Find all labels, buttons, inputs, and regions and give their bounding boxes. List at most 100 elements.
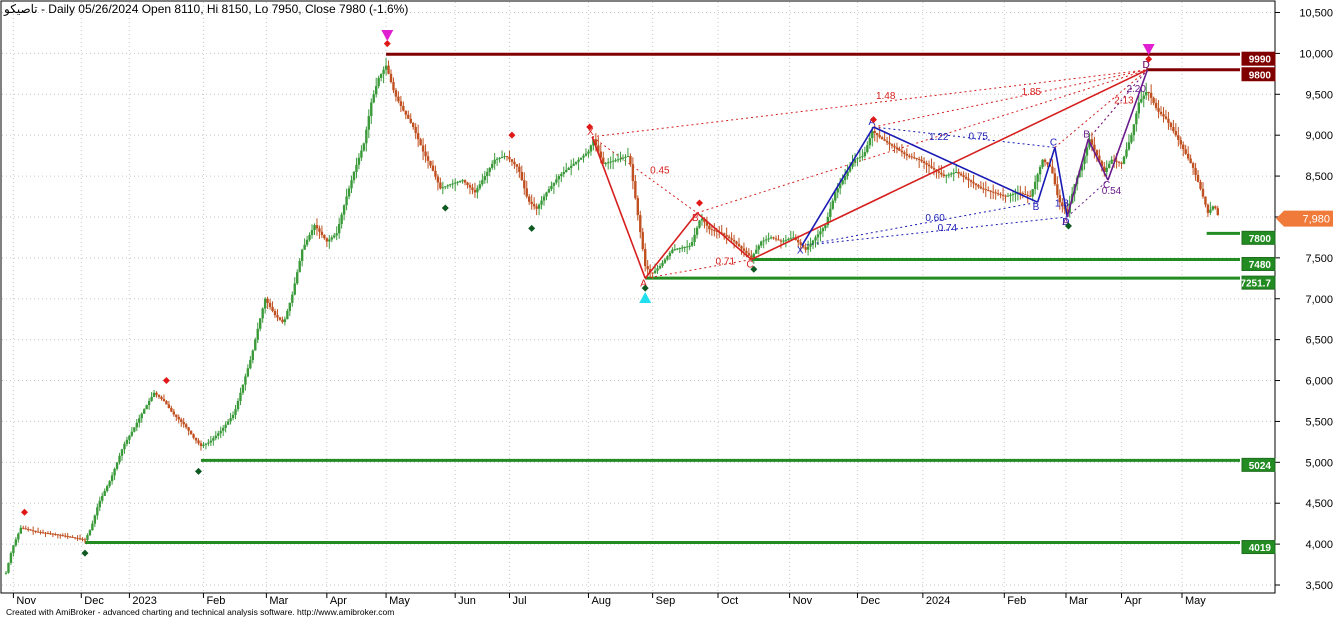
chart-area[interactable]: X A B C D 0.45 0.71 1.48 1.85 2.13 X A B C D 0.60 0.74 1.…: [0, 0, 1336, 619]
candle-body: [653, 270, 657, 274]
candle-body: [404, 110, 408, 115]
candle-body: [1031, 189, 1034, 197]
candle-body: [678, 248, 681, 250]
y-tick-label: 6,500: [1305, 335, 1333, 347]
y-tick-label: 4,500: [1305, 498, 1333, 510]
candle-body: [226, 421, 230, 425]
candle-body: [91, 523, 94, 531]
candle-body: [878, 135, 881, 138]
candle-body: [742, 248, 746, 251]
candle-body: [268, 302, 272, 307]
candle-body: [1177, 135, 1180, 140]
candle-body: [614, 160, 617, 162]
candle-body: [488, 167, 491, 172]
candle-body: [254, 339, 257, 351]
candle-body: [444, 186, 447, 188]
y-tick-label: 4,000: [1305, 539, 1333, 551]
candle-body: [367, 116, 370, 130]
price-chart[interactable]: XABCD0.450.711.48 1.852.13XABCD0.600.741.…: [0, 0, 1336, 619]
candle-body: [760, 241, 763, 246]
candle-body: [676, 248, 679, 250]
candle-body: [1209, 209, 1212, 213]
level-tag-text: 7800: [1249, 234, 1272, 245]
candle-body: [750, 255, 753, 258]
candle-body: [221, 427, 225, 431]
candle-body: [1174, 131, 1178, 136]
candle-body: [737, 243, 741, 247]
candle-body: [451, 183, 454, 185]
candle-body: [693, 234, 696, 243]
candle-body: [375, 86, 378, 95]
candle-body: [370, 102, 373, 117]
candle-body: [1041, 159, 1044, 168]
candle-body: [152, 392, 156, 397]
candle-body: [950, 173, 953, 175]
candle-body: [952, 172, 955, 174]
chart-header: تاصیکو - Daily 05/26/2024 Open 8110, Hi …: [4, 2, 409, 16]
candle-body: [456, 181, 459, 183]
candle-body: [29, 529, 32, 531]
candle-body: [658, 266, 662, 269]
candle-body: [996, 193, 1000, 195]
candle-body: [439, 182, 442, 189]
candle-body: [579, 157, 583, 160]
candle-body: [231, 414, 235, 419]
candle-body: [189, 430, 193, 435]
candle-body: [120, 449, 124, 456]
candle-body: [431, 165, 435, 171]
candle-body: [562, 171, 565, 175]
candle-body: [473, 189, 477, 193]
candle-body: [246, 368, 250, 377]
candle-body: [244, 376, 247, 385]
candle-body: [249, 360, 252, 369]
level-tag: 5024: [1241, 457, 1276, 472]
candle-body: [1021, 193, 1025, 195]
candle-body: [1117, 161, 1121, 163]
candle-body: [481, 180, 484, 185]
candle-body: [661, 262, 664, 267]
candle-body: [797, 239, 800, 243]
candle-body: [1043, 159, 1047, 163]
candle-body: [945, 175, 948, 177]
candle-body: [261, 308, 264, 319]
candle-body: [925, 162, 928, 165]
candle-body: [24, 528, 27, 530]
candle-body: [345, 196, 348, 206]
candle-body: [545, 192, 548, 197]
candle-body: [436, 176, 440, 183]
candle-body: [994, 192, 997, 194]
candle-body: [555, 179, 558, 183]
candle-body: [577, 159, 580, 162]
candle-body: [1194, 167, 1197, 175]
candle-body: [957, 171, 960, 174]
y-tick-label: 9,500: [1305, 89, 1333, 101]
candle-body: [17, 533, 20, 540]
x-tick-label: Jul: [512, 595, 526, 607]
candle-body: [964, 176, 968, 179]
candle-body: [550, 185, 553, 190]
x-tick-label: Nov: [16, 595, 36, 607]
pattern-ratio-label: 0.71: [716, 256, 736, 267]
candle-body: [471, 187, 474, 190]
candle-body: [871, 131, 874, 139]
candle-body: [503, 156, 506, 158]
candle-body: [115, 462, 119, 469]
candle-body: [266, 298, 269, 303]
candle-body: [298, 260, 301, 273]
candle-body: [19, 527, 23, 534]
candle-body: [856, 158, 859, 160]
candle-body: [735, 241, 738, 244]
candle-body: [518, 166, 521, 172]
candle-body: [372, 94, 375, 103]
candle-body: [557, 176, 561, 180]
candle-body: [150, 396, 153, 401]
candle-body: [1105, 167, 1108, 172]
candle-body: [125, 439, 129, 444]
candle-body: [78, 538, 82, 540]
candle-body: [730, 238, 733, 240]
candle-body: [138, 418, 141, 423]
candle-body: [540, 200, 543, 205]
pattern-ratio-label: 1.22: [929, 132, 949, 143]
candle-body: [641, 232, 644, 250]
candle-body: [710, 229, 714, 231]
